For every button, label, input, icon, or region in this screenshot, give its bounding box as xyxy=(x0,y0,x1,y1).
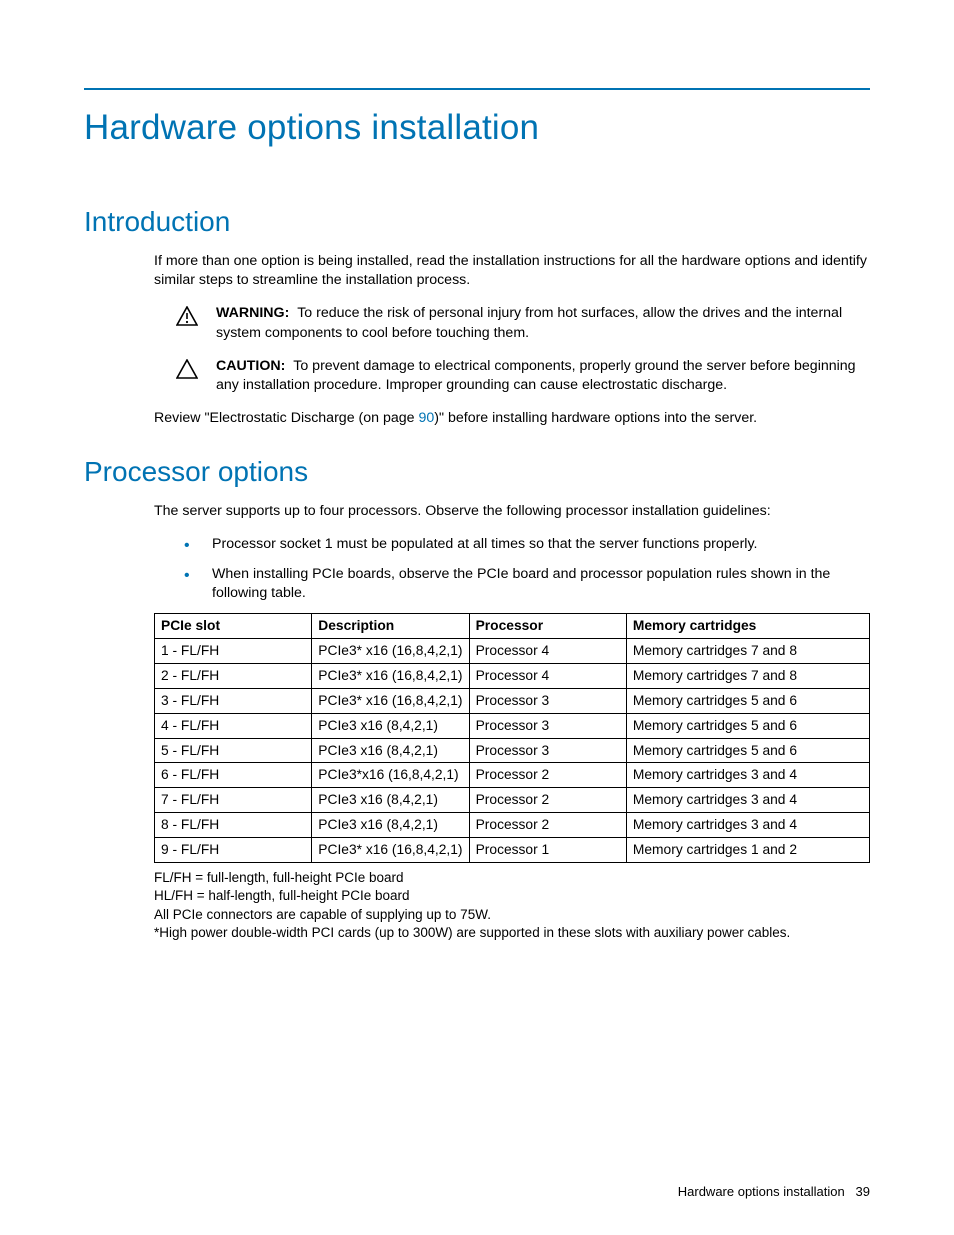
table-cell: Memory cartridges 5 and 6 xyxy=(626,688,869,713)
table-row: 9 - FL/FHPCIe3* x16 (16,8,4,2,1)Processo… xyxy=(155,838,870,863)
section-processor-heading: Processor options xyxy=(84,456,870,488)
table-row: 8 - FL/FHPCIe3 x16 (8,4,2,1)Processor 2M… xyxy=(155,813,870,838)
caution-text: CAUTION: To prevent damage to electrical… xyxy=(216,357,870,395)
processor-bullets: Processor socket 1 must be populated at … xyxy=(184,535,870,603)
warning-admonition: WARNING: To reduce the risk of personal … xyxy=(176,304,870,342)
intro-paragraph: If more than one option is being install… xyxy=(154,252,870,290)
table-cell: Memory cartridges 5 and 6 xyxy=(626,713,869,738)
review-after: )" before installing hardware options in… xyxy=(434,410,757,426)
footnote: *High power double-width PCI cards (up t… xyxy=(154,924,870,942)
table-cell: Processor 3 xyxy=(469,688,626,713)
table-cell: 8 - FL/FH xyxy=(155,813,312,838)
table-cell: 4 - FL/FH xyxy=(155,713,312,738)
list-item: When installing PCIe boards, observe the… xyxy=(184,565,870,603)
pcie-table: PCIe slot Description Processor Memory c… xyxy=(154,613,870,863)
table-cell: PCIe3 x16 (8,4,2,1) xyxy=(312,713,469,738)
warning-label: WARNING: xyxy=(216,305,289,321)
table-cell: Memory cartridges 7 and 8 xyxy=(626,663,869,688)
caution-icon xyxy=(176,359,198,379)
table-cell: Memory cartridges 3 and 4 xyxy=(626,788,869,813)
footnotes: FL/FH = full-length, full-height PCIe bo… xyxy=(154,869,870,942)
warning-text: WARNING: To reduce the risk of personal … xyxy=(216,304,870,342)
th-slot: PCIe slot xyxy=(155,613,312,638)
table-cell: Memory cartridges 3 and 4 xyxy=(626,813,869,838)
table-header-row: PCIe slot Description Processor Memory c… xyxy=(155,613,870,638)
list-item: Processor socket 1 must be populated at … xyxy=(184,535,870,554)
section-introduction-heading: Introduction xyxy=(84,206,870,238)
review-before: Review "Electrostatic Discharge (on page xyxy=(154,410,418,426)
table-row: 6 - FL/FHPCIe3*x16 (16,8,4,2,1)Processor… xyxy=(155,763,870,788)
footnote: FL/FH = full-length, full-height PCIe bo… xyxy=(154,869,870,887)
table-cell: Processor 2 xyxy=(469,813,626,838)
table-cell: 6 - FL/FH xyxy=(155,763,312,788)
warning-body: To reduce the risk of personal injury fr… xyxy=(216,305,842,340)
caution-admonition: CAUTION: To prevent damage to electrical… xyxy=(176,357,870,395)
page-link-90[interactable]: 90 xyxy=(418,410,434,426)
table-cell: PCIe3* x16 (16,8,4,2,1) xyxy=(312,688,469,713)
table-cell: 2 - FL/FH xyxy=(155,663,312,688)
table-row: 5 - FL/FHPCIe3 x16 (8,4,2,1)Processor 3M… xyxy=(155,738,870,763)
caution-body: To prevent damage to electrical componen… xyxy=(216,358,856,393)
table-cell: 3 - FL/FH xyxy=(155,688,312,713)
table-cell: 9 - FL/FH xyxy=(155,838,312,863)
th-desc: Description xyxy=(312,613,469,638)
table-cell: 1 - FL/FH xyxy=(155,638,312,663)
table-cell: PCIe3* x16 (16,8,4,2,1) xyxy=(312,838,469,863)
table-cell: 7 - FL/FH xyxy=(155,788,312,813)
th-mem: Memory cartridges xyxy=(626,613,869,638)
page-title: Hardware options installation xyxy=(84,108,870,148)
table-cell: PCIe3* x16 (16,8,4,2,1) xyxy=(312,663,469,688)
table-cell: Processor 2 xyxy=(469,788,626,813)
table-cell: Memory cartridges 1 and 2 xyxy=(626,838,869,863)
table-cell: PCIe3 x16 (8,4,2,1) xyxy=(312,813,469,838)
table-cell: Processor 1 xyxy=(469,838,626,863)
table-cell: PCIe3* x16 (16,8,4,2,1) xyxy=(312,638,469,663)
table-cell: Processor 2 xyxy=(469,763,626,788)
footnote: All PCIe connectors are capable of suppl… xyxy=(154,906,870,924)
table-cell: Processor 4 xyxy=(469,663,626,688)
table-cell: PCIe3 x16 (8,4,2,1) xyxy=(312,738,469,763)
review-paragraph: Review "Electrostatic Discharge (on page… xyxy=(154,409,870,428)
table-cell: Memory cartridges 5 and 6 xyxy=(626,738,869,763)
table-cell: Processor 3 xyxy=(469,713,626,738)
title-rule xyxy=(84,88,870,90)
table-row: 1 - FL/FHPCIe3* x16 (16,8,4,2,1)Processo… xyxy=(155,638,870,663)
table-cell: Memory cartridges 3 and 4 xyxy=(626,763,869,788)
table-cell: Processor 3 xyxy=(469,738,626,763)
warning-icon xyxy=(176,306,198,326)
table-cell: Memory cartridges 7 and 8 xyxy=(626,638,869,663)
table-row: 2 - FL/FHPCIe3* x16 (16,8,4,2,1)Processo… xyxy=(155,663,870,688)
footer-page: 39 xyxy=(856,1184,870,1199)
footnote: HL/FH = half-length, full-height PCIe bo… xyxy=(154,887,870,905)
page-footer: Hardware options installation 39 xyxy=(678,1184,870,1199)
th-proc: Processor xyxy=(469,613,626,638)
table-cell: Processor 4 xyxy=(469,638,626,663)
caution-label: CAUTION: xyxy=(216,358,285,374)
processor-paragraph: The server supports up to four processor… xyxy=(154,502,870,521)
table-cell: PCIe3 x16 (8,4,2,1) xyxy=(312,788,469,813)
table-cell: PCIe3*x16 (16,8,4,2,1) xyxy=(312,763,469,788)
table-row: 7 - FL/FHPCIe3 x16 (8,4,2,1)Processor 2M… xyxy=(155,788,870,813)
table-row: 4 - FL/FHPCIe3 x16 (8,4,2,1)Processor 3M… xyxy=(155,713,870,738)
footer-title: Hardware options installation xyxy=(678,1184,845,1199)
table-cell: 5 - FL/FH xyxy=(155,738,312,763)
table-row: 3 - FL/FHPCIe3* x16 (16,8,4,2,1)Processo… xyxy=(155,688,870,713)
